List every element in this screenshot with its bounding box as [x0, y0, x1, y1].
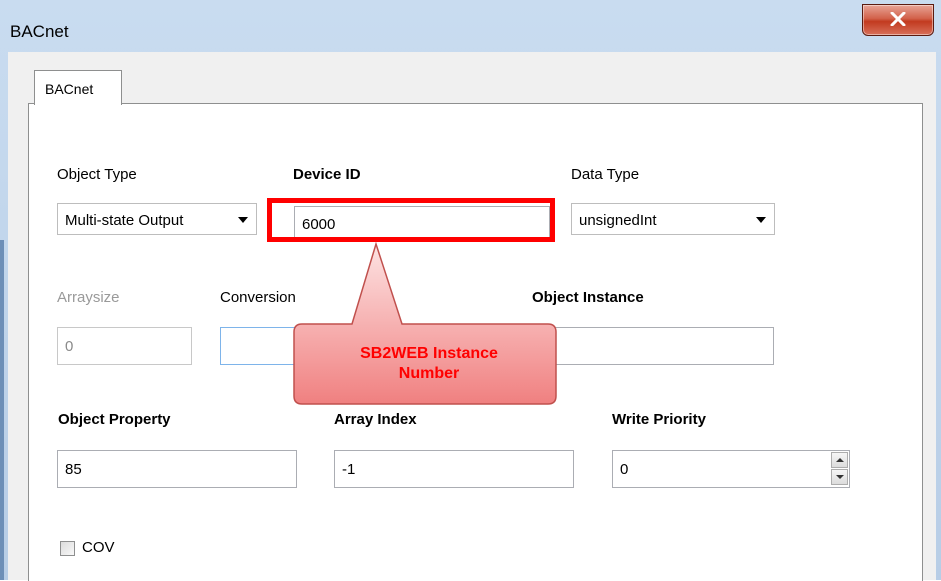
spin-down-button[interactable] — [831, 469, 848, 485]
arraysize-value: 0 — [65, 338, 74, 355]
arraysize-label: Arraysize — [57, 289, 120, 306]
object-type-label: Object Type — [57, 166, 137, 183]
write-priority-spinner[interactable]: 0 — [612, 450, 850, 488]
spin-up-button[interactable] — [831, 452, 848, 468]
object-type-select[interactable]: Multi-state Output — [57, 203, 257, 235]
arraysize-input: 0 — [57, 327, 192, 365]
close-x-icon — [890, 12, 906, 26]
cov-label[interactable]: COV — [82, 539, 115, 556]
object-property-value: 85 — [65, 461, 82, 478]
callout-line-1: SB2WEB Instance — [360, 345, 498, 362]
close-button[interactable] — [862, 4, 934, 36]
tab-bacnet[interactable]: BACnet — [34, 70, 122, 105]
title-bar[interactable]: BACnet — [0, 0, 941, 48]
window-title: BACnet — [10, 22, 69, 41]
chevron-down-icon — [836, 475, 844, 479]
write-priority-value: 0 — [620, 461, 629, 478]
callout-text: SB2WEB Instance Number — [296, 344, 562, 384]
spinner-buttons — [831, 452, 848, 486]
object-property-label: Object Property — [58, 411, 171, 428]
conversion-label: Conversion — [220, 289, 296, 306]
device-id-label: Device ID — [293, 166, 361, 183]
callout-line-2: Number — [398, 365, 460, 382]
object-property-input[interactable]: 85 — [57, 450, 297, 488]
chevron-down-icon — [238, 217, 248, 223]
array-index-input[interactable]: -1 — [334, 450, 574, 488]
data-type-value: unsignedInt — [579, 212, 657, 229]
object-type-value: Multi-state Output — [65, 212, 184, 229]
window-left-edge — [0, 240, 4, 580]
array-index-value: -1 — [342, 461, 356, 478]
data-type-select[interactable]: unsignedInt — [571, 203, 775, 235]
cov-checkbox[interactable] — [60, 541, 75, 556]
callout-bubble — [293, 241, 557, 405]
tab-bacnet-label: BACnet — [45, 81, 94, 97]
chevron-up-icon — [836, 458, 844, 462]
chevron-down-icon — [756, 217, 766, 223]
write-priority-label: Write Priority — [612, 411, 706, 428]
data-type-label: Data Type — [571, 166, 640, 183]
